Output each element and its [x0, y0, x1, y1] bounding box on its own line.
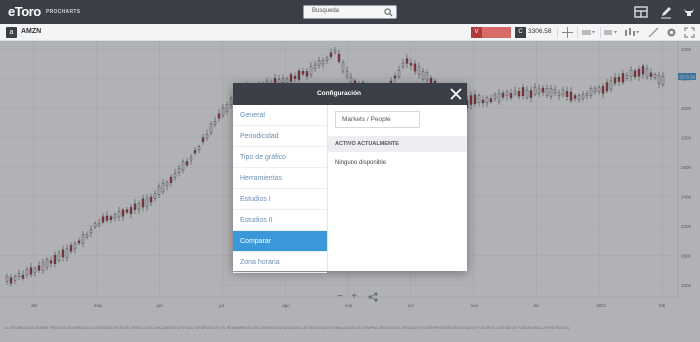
etoro-logo[interactable]: eToro [8, 4, 41, 19]
settings-nav-item[interactable]: Tipo de gráfico [233, 147, 327, 168]
active-assets-header: ACTIVO ACTUALMENTE [328, 136, 467, 152]
candlestick-type-icon[interactable] [624, 27, 640, 38]
settings-nav-item[interactable]: Comparar [233, 231, 327, 252]
draw-icon[interactable] [648, 27, 659, 38]
settings-nav-item[interactable]: General [233, 105, 327, 126]
pencil-icon[interactable] [659, 5, 673, 19]
fullscreen-icon[interactable] [684, 27, 695, 38]
dialog-header: Configuración [233, 83, 467, 105]
search-icon[interactable] [384, 8, 393, 17]
close-icon[interactable] [445, 83, 467, 105]
crosshair-icon[interactable] [562, 27, 573, 38]
symbol-label[interactable]: AMZN [21, 28, 41, 35]
settings-dialog: Configuración General Periodicidad Tipo de… [233, 83, 467, 273]
active-assets-empty: Ninguno disponible [335, 160, 387, 166]
sell-badge[interactable]: V [471, 27, 482, 38]
buy-badge[interactable]: C [515, 27, 526, 38]
compare-search-field[interactable]: Markets / People [335, 111, 420, 128]
buy-price[interactable]: 3306.58 [528, 28, 552, 35]
settings-nav-item[interactable]: Estudios I [233, 189, 327, 210]
bull-icon[interactable] [682, 5, 696, 19]
period-select-icon[interactable] [604, 27, 618, 38]
chart-toolbar: a AMZN V C 3306.58 [0, 24, 700, 41]
settings-nav-item[interactable]: Herramientas [233, 168, 327, 189]
search-input[interactable]: Busqueda [303, 5, 397, 19]
settings-nav-item[interactable]: Estudios II [233, 210, 327, 231]
search-placeholder: Busqueda [312, 8, 340, 14]
dialog-title: Configuración [316, 90, 362, 97]
period-dropdown-icon[interactable] [582, 27, 596, 38]
toolbar-divider [577, 27, 578, 38]
sell-price-bar[interactable] [482, 27, 511, 38]
symbol-badge: a [6, 27, 17, 38]
procharts-label: PROCHARTS [46, 9, 81, 15]
settings-nav-item[interactable]: Periodicidad [233, 126, 327, 147]
layout-icon[interactable] [634, 5, 648, 19]
toolbar-divider [600, 27, 601, 38]
compare-panel: Markets / People ACTIVO ACTUALMENTE Ning… [328, 105, 467, 271]
toolbar-divider [557, 27, 558, 38]
top-bar: eToro PROCHARTS Busqueda [0, 0, 700, 24]
settings-nav-item[interactable]: Zona horaria [233, 252, 327, 273]
gear-icon[interactable] [666, 27, 677, 38]
settings-nav: General Periodicidad Tipo de gráfico Herram… [233, 105, 328, 273]
